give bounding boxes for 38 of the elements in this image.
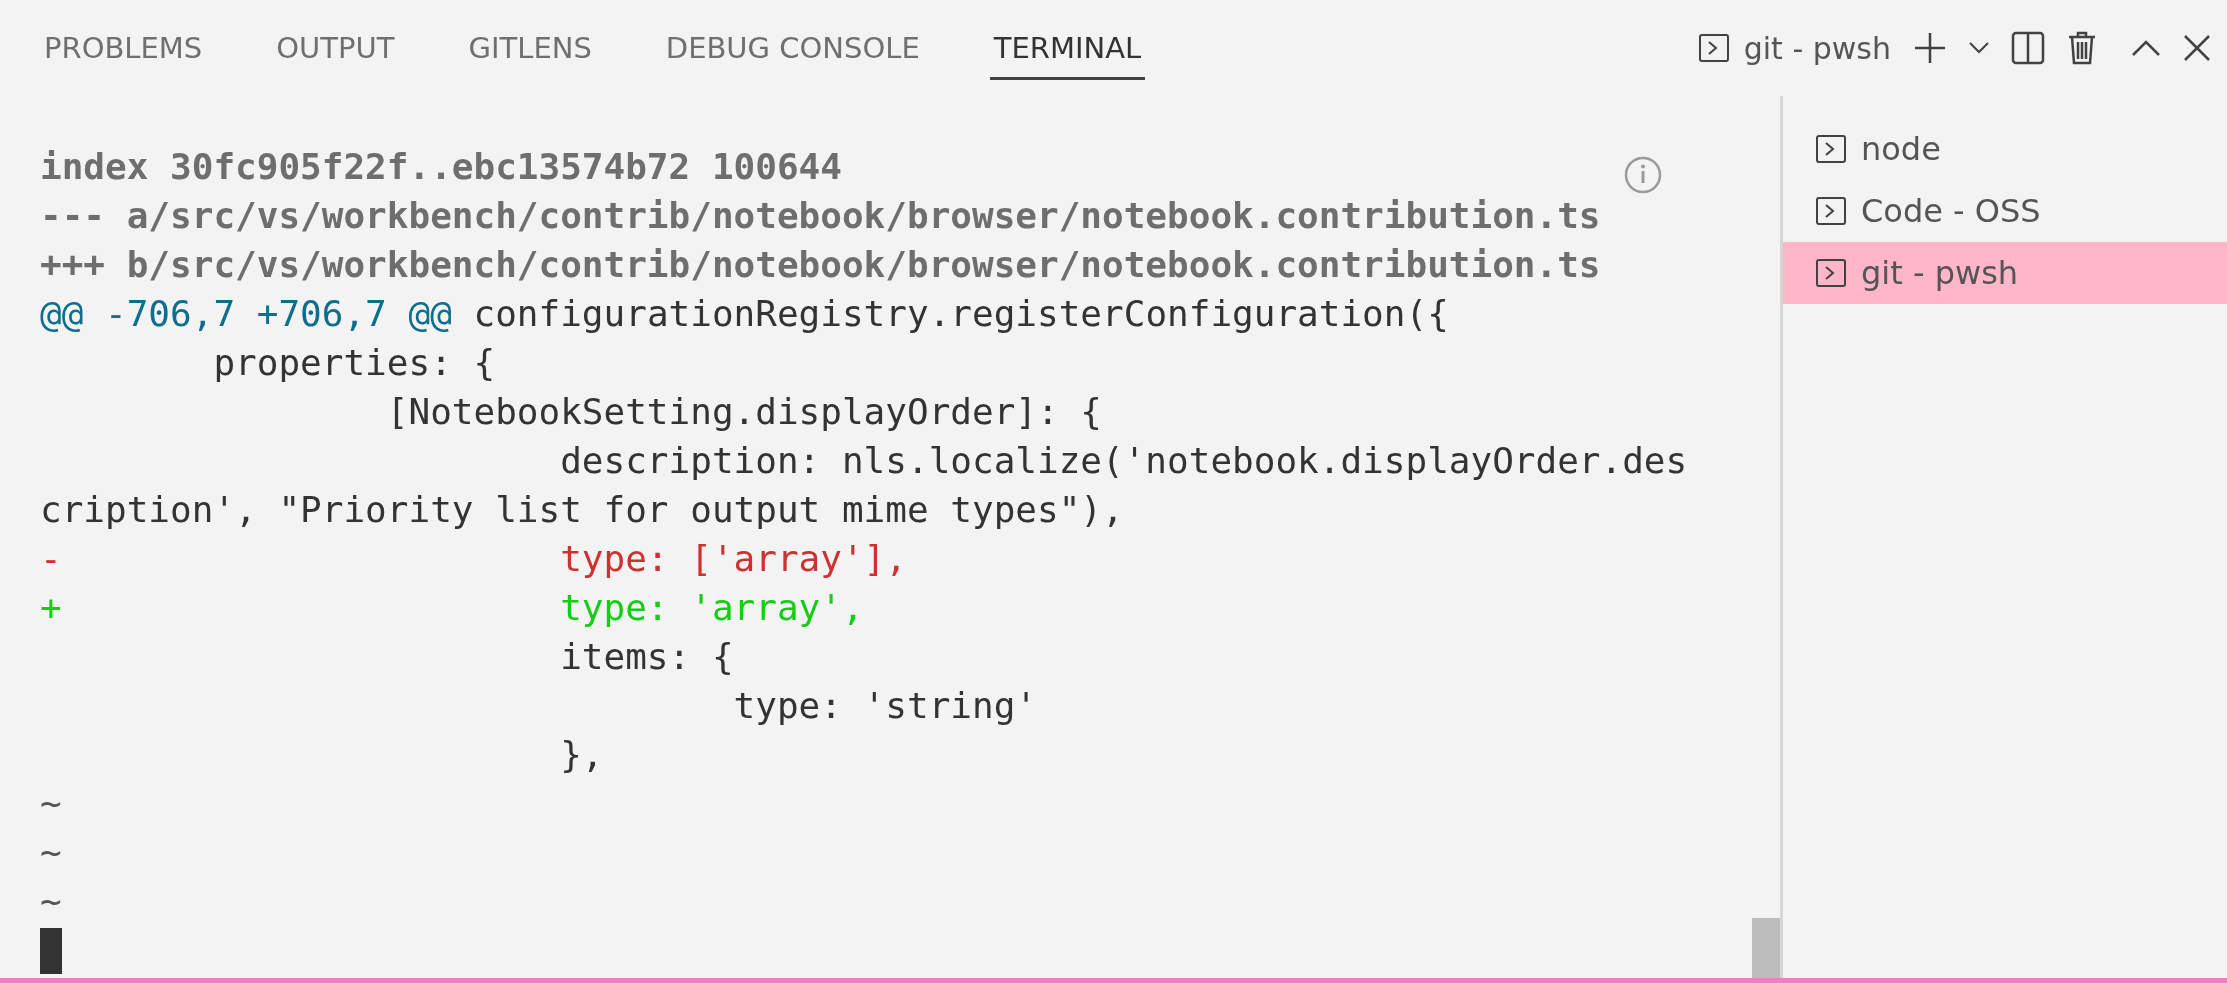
terminal-line: type: 'string' xyxy=(732,684,1037,728)
terminal-icon xyxy=(1815,195,1847,227)
terminal-line: + type: 'array', xyxy=(40,586,864,630)
terminal-selector[interactable]: git - pwsh xyxy=(1697,30,1891,66)
panel-tab[interactable]: TERMINAL xyxy=(989,16,1146,80)
terminal-line: }, xyxy=(559,733,604,777)
terminal-line: description: nls.localize('notebook.displayOrder.des xyxy=(559,439,1688,483)
panel-tab[interactable]: OUTPUT xyxy=(272,16,399,80)
close-icon[interactable] xyxy=(2183,34,2211,62)
terminal-cursor xyxy=(40,928,62,974)
terminal-list-item[interactable]: node xyxy=(1783,118,2227,180)
terminal-line: index 30fc905f22f..ebc13574b72 100644 xyxy=(40,145,842,189)
terminal-line: properties: { xyxy=(212,341,496,385)
terminal-line: +++ b/src/vs/workbench/contrib/notebook/browser/notebook.contribution.ts xyxy=(40,243,1601,287)
info-icon[interactable] xyxy=(1624,156,1662,194)
panel-tab[interactable]: DEBUG CONSOLE xyxy=(661,16,924,80)
terminal-icon xyxy=(1697,32,1730,64)
terminal-icon xyxy=(1815,257,1847,289)
scrollbar-thumb[interactable] xyxy=(1752,918,1780,978)
terminal-line: ~ xyxy=(40,880,62,924)
trash-icon[interactable] xyxy=(2067,31,2097,65)
terminal-line: ~ xyxy=(40,782,62,826)
terminal-list-item[interactable]: Code - OSS xyxy=(1783,180,2227,242)
chevron-down-icon[interactable] xyxy=(1969,42,1989,54)
terminal-line: --- a/src/vs/workbench/contrib/notebook/browser/notebook.contribution.ts xyxy=(40,194,1601,238)
panel-tab[interactable]: PROBLEMS xyxy=(40,16,207,80)
terminal-line: cription', "Priority list for output mime types"), xyxy=(40,488,1124,532)
caret-up-icon[interactable] xyxy=(2131,39,2161,57)
panel-tab[interactable]: GITLENS xyxy=(464,16,596,80)
terminal-line: ~ xyxy=(40,831,62,875)
terminal-line: items: { xyxy=(559,635,734,679)
terminal-line: [NotebookSetting.displayOrder]: { xyxy=(385,390,1103,434)
plus-icon[interactable] xyxy=(1913,31,1947,65)
terminal-line: - type: ['array'], xyxy=(40,537,907,581)
split-icon[interactable] xyxy=(2011,31,2045,65)
terminal-line: @@ -706,7 +706,7 @@ configurationRegistry.registerConfiguration({ xyxy=(40,292,1449,336)
terminal-icon xyxy=(1815,133,1847,165)
terminal-list-item[interactable]: git - pwsh xyxy=(1783,242,2227,304)
